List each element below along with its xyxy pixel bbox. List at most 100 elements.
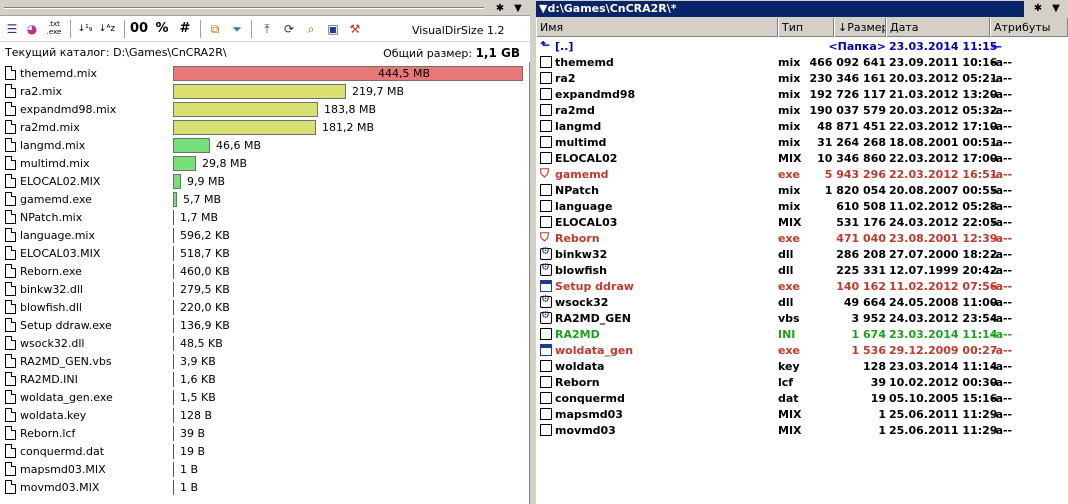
pin-icon[interactable]: ✱ bbox=[492, 1, 508, 15]
dropdown-icon[interactable]: ▼ bbox=[510, 1, 526, 15]
list-item[interactable]: NPatch.mix 1,7 MB bbox=[0, 208, 530, 226]
file-icon bbox=[5, 300, 16, 314]
table-row[interactable]: ⛉ Reborn exe 471 040 23.08.2001 12:39 -a-- bbox=[536, 230, 1068, 246]
list-item[interactable]: woldata.key 128 B bbox=[0, 406, 530, 424]
table-row[interactable]: thememd mix 466 092 641 23.09.2011 10:16 -a-… bbox=[536, 54, 1068, 70]
path-bar[interactable]: ▼d:\Games\CnCRA2R\* bbox=[536, 1, 1024, 17]
file-size: 1 bbox=[878, 408, 886, 421]
size-bar bbox=[173, 426, 174, 441]
file-size: 29,8 MB bbox=[202, 157, 248, 170]
list-item[interactable]: RA2MD.INI 1,6 KB bbox=[0, 370, 530, 388]
pie-view-icon[interactable]: ◕ bbox=[23, 20, 41, 38]
file-attributes: -a-- bbox=[991, 88, 1013, 101]
file-icon bbox=[540, 328, 552, 340]
file-icon bbox=[5, 318, 16, 332]
column-header-type[interactable]: Тип bbox=[778, 18, 834, 37]
table-row[interactable]: conquermd dat 19 05.10.2005 15:16 -a-- bbox=[536, 390, 1068, 406]
table-row[interactable]: movmd03 MIX 1 25.06.2011 11:29 -a-- bbox=[536, 422, 1068, 438]
list-item[interactable]: RA2MD_GEN.vbs 3,9 KB bbox=[0, 352, 530, 370]
size-format-percent-button[interactable]: % bbox=[153, 20, 171, 38]
file-size: 225 331 bbox=[836, 264, 886, 277]
list-item[interactable]: Reborn.exe 460,0 KB bbox=[0, 262, 530, 280]
list-item[interactable]: conquermd.dat 19 B bbox=[0, 442, 530, 460]
pin-icon[interactable]: ✱ bbox=[1030, 1, 1046, 15]
go-up-icon[interactable]: ⤒ bbox=[258, 20, 276, 38]
filter-icon[interactable]: ⏷ bbox=[228, 20, 246, 38]
table-row[interactable]: Setup ddraw exe 140 162 11.02.2012 07:56 -a-… bbox=[536, 278, 1068, 294]
table-row[interactable]: blowfish dll 225 33112.07.1999 20:42-a-- bbox=[536, 262, 1068, 278]
list-item[interactable]: ELOCAL03.MIX 518,7 KB bbox=[0, 244, 530, 262]
refresh-icon[interactable]: ⟳ bbox=[280, 20, 298, 38]
table-row[interactable]: woldata key 128 23.03.2014 11:14 -a-- bbox=[536, 358, 1068, 374]
file-icon bbox=[5, 480, 16, 494]
list-item[interactable]: Setup ddraw.exe 136,9 KB bbox=[0, 316, 530, 334]
table-row[interactable]: langmd mix 48 871 451 22.03.2012 17:10 -a-- bbox=[536, 118, 1068, 134]
column-header-size[interactable]: ↓Размер bbox=[834, 18, 886, 37]
list-item[interactable]: expandmd98.mix 183,8 MB bbox=[0, 100, 530, 118]
table-row[interactable]: ⛉ gamemd exe 5 943 296 22.03.2012 16:51 -a-- bbox=[536, 166, 1068, 182]
table-row[interactable]: ELOCAL03 MIX 531 176 24.03.2012 22:05 -a-- bbox=[536, 214, 1068, 230]
list-item[interactable]: blowfish.dll 220,0 KB bbox=[0, 298, 530, 316]
list-item[interactable]: binkw32.dll 279,5 KB bbox=[0, 280, 530, 298]
table-row[interactable]: Reborn lcf 39 10.02.2012 00:30 -a-- bbox=[536, 374, 1068, 390]
bars-view-icon[interactable]: ☰ bbox=[3, 20, 21, 38]
list-item[interactable]: ra2md.mix 181,2 MB bbox=[0, 118, 530, 136]
sort-alpha-icon[interactable]: ↓ᴬz bbox=[98, 20, 116, 38]
table-row[interactable]: wsock32 dll 49 66424.05.2008 11:00-a-- bbox=[536, 294, 1068, 310]
file-name: blowfish bbox=[555, 264, 607, 277]
table-row[interactable]: ELOCAL02 MIX 10 346 860 22.03.2012 17:00 -a-… bbox=[536, 150, 1068, 166]
file-icon bbox=[540, 152, 552, 164]
table-row[interactable]: binkw32 dll 286 20827.07.2000 18:22-a-- bbox=[536, 246, 1068, 262]
list-item[interactable]: ra2.mix 219,7 MB bbox=[0, 82, 530, 100]
list-item[interactable]: woldata_gen.exe 1,5 KB bbox=[0, 388, 530, 406]
table-row[interactable]: language mix 610 508 11.02.2012 05:28 -a-- bbox=[536, 198, 1068, 214]
size-format-00-button[interactable]: 00 bbox=[130, 20, 148, 38]
save-icon[interactable]: ▣ bbox=[324, 20, 342, 38]
list-item[interactable]: mapsmd03.MIX 1 B bbox=[0, 460, 530, 478]
file-type: mix bbox=[778, 72, 801, 85]
table-row[interactable]: NPatch mix 1 820 054 20.08.2007 00:55 -a-- bbox=[536, 182, 1068, 198]
file-icon bbox=[5, 66, 16, 80]
directory-info: Текущий каталог: D:\Games\CnCRA2R\ Общий… bbox=[0, 42, 530, 62]
tree-icon[interactable]: ⧉ bbox=[206, 20, 224, 38]
column-header-date[interactable]: Дата bbox=[886, 18, 990, 37]
file-size: 230 346 161 bbox=[809, 72, 886, 85]
table-row[interactable]: woldata_gen exe 1 536 29.12.2009 00:27 -a-- bbox=[536, 342, 1068, 358]
size-bar bbox=[173, 228, 174, 243]
table-row[interactable]: ra2md mix 190 037 579 20.03.2012 05:32 -a-- bbox=[536, 102, 1068, 118]
file-size: 181,2 MB bbox=[322, 121, 375, 134]
list-item[interactable]: gamemd.exe 5,7 MB bbox=[0, 190, 530, 208]
list-item[interactable]: multimd.mix 29,8 MB bbox=[0, 154, 530, 172]
table-row[interactable]: ⬑ [..] <Папка> 23.03.2014 11:15— bbox=[536, 38, 1068, 54]
list-item[interactable]: movmd03.MIX 1 B bbox=[0, 478, 530, 496]
table-row[interactable]: RA2MD INI 1 674 23.03.2014 11:14 -a-- bbox=[536, 326, 1068, 342]
extension-view-icon[interactable]: .txt .exe bbox=[44, 20, 64, 38]
table-row[interactable]: expandmd98 mix 192 726 117 21.03.2012 13:20… bbox=[536, 86, 1068, 102]
column-header-name[interactable]: Имя bbox=[536, 18, 778, 37]
find-icon[interactable]: ⌕ bbox=[302, 20, 320, 38]
file-name: ra2.mix bbox=[20, 85, 63, 98]
file-size: 136,9 KB bbox=[180, 319, 230, 332]
file-icon bbox=[5, 354, 16, 368]
dropdown-icon[interactable]: ▼ bbox=[1048, 1, 1064, 15]
list-item[interactable]: langmd.mix 46,6 MB bbox=[0, 136, 530, 154]
list-item[interactable]: thememd.mix 444,5 MB bbox=[0, 64, 530, 82]
list-item[interactable]: wsock32.dll 48,5 KB bbox=[0, 334, 530, 352]
file-date: 11.02.2012 07:56 bbox=[889, 280, 998, 293]
size-format-count-button[interactable]: # bbox=[176, 20, 194, 38]
table-row[interactable]: mapsmd03 MIX 1 25.06.2011 11:29 -a-- bbox=[536, 406, 1068, 422]
list-item[interactable]: Reborn.lcf 39 B bbox=[0, 424, 530, 442]
table-row[interactable]: ra2 mix 230 346 161 20.03.2012 05:21 -a-- bbox=[536, 70, 1068, 86]
file-icon bbox=[540, 392, 552, 404]
table-row[interactable]: multimd mix 31 264 268 18.08.2001 00:51 -a-- bbox=[536, 134, 1068, 150]
size-bar bbox=[173, 210, 174, 225]
file-size: 531 176 bbox=[836, 216, 886, 229]
sort-numeric-icon[interactable]: ↓¹₉ bbox=[76, 20, 94, 38]
settings-icon[interactable]: ⚒ bbox=[346, 20, 364, 38]
file-icon bbox=[5, 102, 16, 116]
column-header-attributes[interactable]: Атрибуты bbox=[990, 18, 1068, 37]
list-item[interactable]: ELOCAL02.MIX 9,9 MB bbox=[0, 172, 530, 190]
list-item[interactable]: language.mix 596,2 KB bbox=[0, 226, 530, 244]
file-size: 49 664 bbox=[843, 296, 886, 309]
table-row[interactable]: RA2MD_GEN vbs 3 95224.03.2012 23:54-a-- bbox=[536, 310, 1068, 326]
